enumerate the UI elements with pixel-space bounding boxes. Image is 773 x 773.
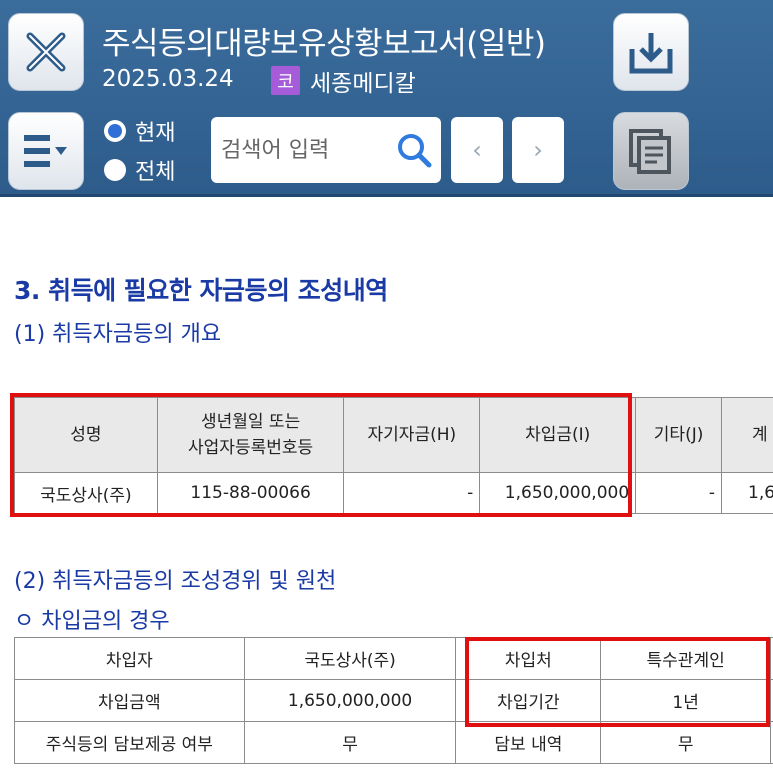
col-id-number: 생년월일 또는 사업자등록번호등: [156, 397, 345, 473]
cell-label: 차입자: [14, 637, 245, 680]
menu-icon: [24, 135, 67, 167]
subsection-loan: ㅇ 차입금의 경우: [14, 609, 170, 634]
report-date: 2025.03.24: [102, 66, 234, 92]
radio-selected-icon: [104, 120, 126, 142]
cell-label: 주식등의 담보제공 여부: [14, 721, 245, 764]
table-row: 차입자 국도상사(주) 차입처 특수관계인: [14, 637, 773, 680]
app-header: 주식등의대량보유상황보고서(일반) 2025.03.24 코 세종메디칼 현재 …: [0, 0, 773, 197]
cell-other: -: [635, 472, 722, 514]
cell-value: 1년: [600, 679, 772, 722]
radio-current-label: 현재: [135, 121, 176, 146]
subsection-source: (2) 취득자금등의 조성경위 및 원천: [14, 569, 337, 594]
cell-total: 1,6: [721, 472, 773, 514]
col-total: 계: [721, 397, 773, 473]
col-borrowed: 차입금(I): [479, 397, 637, 473]
search-box: [211, 117, 441, 183]
menu-button[interactable]: [8, 112, 84, 190]
cell-own-funds: -: [343, 472, 481, 514]
col-own-funds: 자기자금(H): [343, 397, 481, 473]
download-button[interactable]: [613, 13, 689, 91]
col-other: 기타(J): [635, 397, 722, 473]
cell-label: 차입기간: [455, 679, 602, 722]
chevron-left-icon: ‹: [472, 136, 482, 164]
documents-button[interactable]: [613, 112, 689, 190]
search-input[interactable]: [221, 127, 391, 173]
table-row: 국도상사(주) 115-88-00066 - 1,650,000,000 - 1…: [14, 472, 773, 514]
radio-unselected-icon: [104, 159, 126, 181]
subsection-overview: (1) 취득자금등의 개요: [14, 322, 222, 347]
cell-value: 1,650,000,000: [243, 679, 457, 722]
cell-value: 무: [600, 721, 772, 764]
table-header-row: 성명 생년월일 또는 사업자등록번호등 자기자금(H) 차입금(I) 기타(J)…: [14, 397, 773, 473]
radio-current[interactable]: 현재: [104, 115, 175, 147]
report-title: 주식등의대량보유상황보고서(일반): [102, 26, 546, 62]
download-icon: [629, 33, 673, 74]
prev-button[interactable]: ‹: [451, 117, 503, 183]
company-name: 세종메디칼: [310, 71, 416, 97]
cell-id-number: 115-88-00066: [156, 472, 345, 514]
section-heading: 3. 취득에 필요한 자금등의 조성내역: [14, 276, 388, 305]
chevron-right-icon: ›: [533, 136, 543, 164]
close-icon: [26, 32, 66, 72]
cell-label: 차입금액: [14, 679, 245, 722]
cell-borrowed: 1,650,000,000: [479, 472, 637, 514]
col-name: 성명: [14, 397, 158, 473]
table-row: 차입금액 1,650,000,000 차입기간 1년: [14, 679, 773, 722]
radio-all-label: 전체: [135, 160, 176, 185]
funding-overview-table: 성명 생년월일 또는 사업자등록번호등 자기자금(H) 차입금(I) 기타(J)…: [14, 397, 773, 514]
cell-label: 담보 내역: [455, 721, 602, 764]
radio-all[interactable]: 전체: [104, 154, 175, 186]
search-icon[interactable]: [395, 131, 433, 169]
cell-value: 국도상사(주): [243, 637, 457, 680]
documents-icon: [629, 129, 671, 174]
cell-name: 국도상사(주): [14, 472, 158, 514]
cell-value: 무: [243, 721, 457, 764]
close-button[interactable]: [8, 13, 84, 91]
cell-value: 특수관계인: [600, 637, 772, 680]
next-button[interactable]: ›: [512, 117, 564, 183]
cell-label: 차입처: [455, 637, 602, 680]
loan-details-table: 차입자 국도상사(주) 차입처 특수관계인 차입금액 1,650,000,000…: [14, 637, 773, 764]
market-badge: 코: [271, 66, 300, 95]
table-row: 주식등의 담보제공 여부 무 담보 내역 무: [14, 721, 773, 764]
